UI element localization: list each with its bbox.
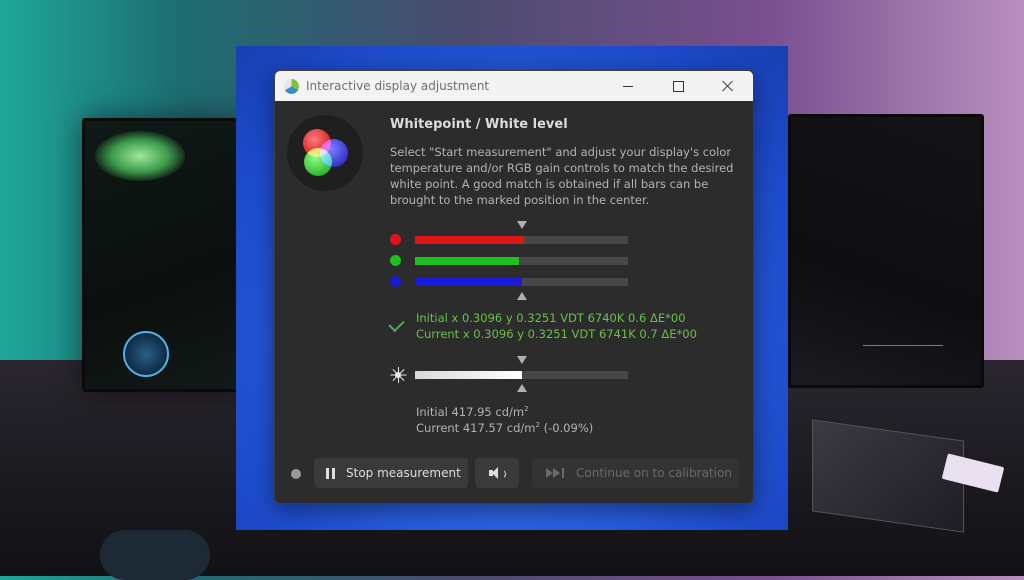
green-level-fill <box>415 257 520 265</box>
luminance-initial: Initial 417.95 cd/m2 <box>416 405 529 419</box>
white-target-marker-bottom <box>517 384 527 392</box>
blue-track <box>415 278 628 286</box>
sound-toggle-button[interactable] <box>475 458 519 488</box>
luminance-initial-text: Initial 417.95 cd/m <box>416 405 525 419</box>
red-level-fill <box>415 236 524 244</box>
right-monitor-photo <box>788 114 984 388</box>
rgb-logo-icon <box>287 115 363 191</box>
pause-icon <box>326 467 336 479</box>
check-icon <box>388 315 405 333</box>
maximize-button[interactable] <box>655 71 701 101</box>
luminance-current: Current 417.57 cd/m2 (-0.09%) <box>416 421 593 435</box>
continue-to-calibration-button[interactable]: Continue on to calibration <box>532 458 739 488</box>
red-dot-icon <box>390 234 401 245</box>
whitepoint-initial: Initial x 0.3096 y 0.3251 VDT 6740K 0.6 … <box>416 311 686 325</box>
red-track <box>415 236 628 244</box>
speaker-icon <box>489 467 506 479</box>
interactive-display-adjustment-window: Interactive display adjustment Whitepoin… <box>274 70 754 504</box>
title-bar[interactable]: Interactive display adjustment <box>275 71 753 101</box>
game-hud-bar <box>863 345 943 360</box>
green-track <box>415 257 628 265</box>
green-dot-icon <box>390 255 401 266</box>
close-icon <box>722 80 734 92</box>
skip-forward-icon <box>546 468 568 478</box>
blue-level-fill <box>415 278 522 286</box>
sun-icon <box>390 367 406 383</box>
white-level-fill <box>415 371 522 379</box>
white-target-marker-top <box>517 356 527 364</box>
measurement-status-indicator <box>291 469 301 479</box>
luminance-current-text: Current 417.57 cd/m <box>416 421 536 435</box>
green-circle-icon <box>304 148 332 176</box>
blue-dot-icon <box>390 276 401 287</box>
game-controller-photo <box>100 530 210 580</box>
luminance-initial-sup: 2 <box>524 405 529 414</box>
game-hud-radar <box>123 331 169 377</box>
stop-measurement-label: Stop measurement <box>346 466 461 480</box>
left-monitor-photo <box>82 118 248 392</box>
continue-label: Continue on to calibration <box>576 466 732 480</box>
displaycal-icon <box>284 78 299 94</box>
minimize-icon <box>623 85 633 87</box>
rgb-target-marker-top <box>517 221 527 229</box>
white-level-track <box>415 371 628 379</box>
rgb-target-marker-bottom <box>517 292 527 300</box>
close-button[interactable] <box>705 71 751 101</box>
whitepoint-current: Current x 0.3096 y 0.3251 VDT 6741K 0.7 … <box>416 327 697 341</box>
monitor-glow <box>95 131 185 181</box>
maximize-icon <box>672 80 684 92</box>
stop-measurement-button[interactable]: Stop measurement <box>314 458 468 488</box>
luminance-current-delta: (-0.09%) <box>539 421 594 435</box>
window-title: Interactive display adjustment <box>306 79 490 93</box>
section-heading: Whitepoint / White level <box>390 117 568 132</box>
minimize-button[interactable] <box>605 71 651 101</box>
instructions-text: Select "Start measurement" and adjust yo… <box>390 145 734 207</box>
